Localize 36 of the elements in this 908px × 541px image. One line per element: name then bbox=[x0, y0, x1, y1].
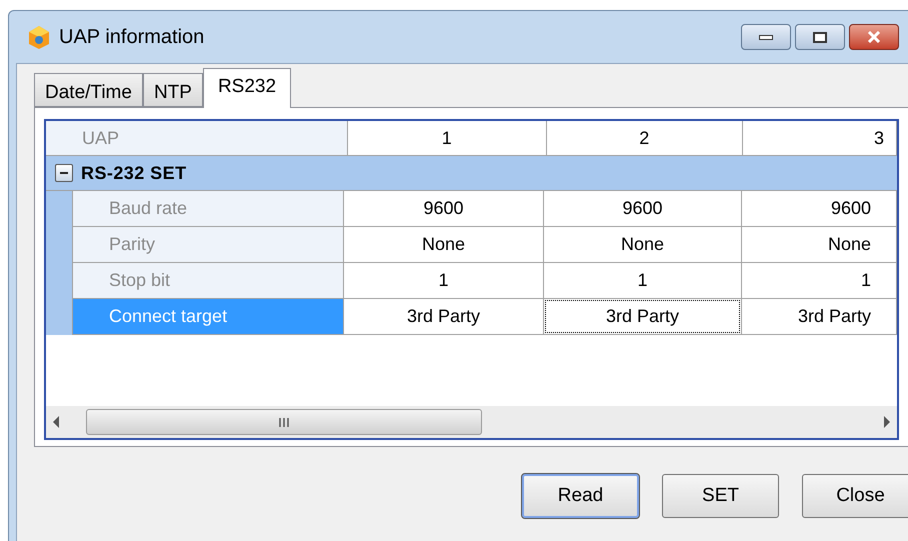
scroll-right-icon[interactable] bbox=[883, 416, 891, 428]
group-title: RS-232 SET bbox=[81, 162, 187, 184]
minimize-button[interactable] bbox=[741, 24, 791, 50]
dialog-button[interactable]: SET bbox=[662, 474, 779, 518]
value-cell[interactable]: 1 bbox=[345, 264, 542, 297]
column-header-label: UAP bbox=[46, 121, 348, 155]
scrollbar-thumb[interactable] bbox=[86, 409, 482, 435]
value-cell[interactable]: 9600 bbox=[743, 192, 884, 225]
scroll-left-icon[interactable] bbox=[52, 416, 60, 428]
value-cell[interactable]: 3rd Party bbox=[345, 300, 542, 333]
dialog-button[interactable]: Read bbox=[522, 474, 639, 518]
value-cell[interactable]: None bbox=[743, 228, 884, 261]
value-cell[interactable]: 1 bbox=[545, 264, 740, 297]
value-cell[interactable]: 9600 bbox=[345, 192, 542, 225]
tab[interactable]: NTP bbox=[142, 73, 203, 107]
value-cell[interactable]: 1 bbox=[743, 264, 884, 297]
dialog-button[interactable]: Close bbox=[802, 474, 908, 518]
collapse-button[interactable] bbox=[55, 164, 73, 182]
maximize-button[interactable] bbox=[795, 24, 845, 50]
column-header: 1 bbox=[348, 121, 547, 155]
horizontal-scrollbar[interactable] bbox=[46, 406, 897, 438]
column-header: 3 bbox=[743, 121, 897, 155]
close-button[interactable] bbox=[849, 24, 899, 50]
grip-icon bbox=[279, 418, 289, 426]
column-header: 2 bbox=[546, 121, 744, 155]
value-cell[interactable]: 3rd Party bbox=[545, 300, 740, 333]
tab[interactable]: RS232 bbox=[202, 68, 292, 108]
value-cell[interactable]: None bbox=[345, 228, 542, 261]
value-cell[interactable]: 9600 bbox=[545, 192, 740, 225]
value-cell[interactable]: 3rd Party bbox=[743, 300, 884, 333]
value-cell[interactable]: None bbox=[545, 228, 740, 261]
maximize-icon bbox=[813, 32, 827, 42]
window-title: UAP information bbox=[59, 25, 204, 50]
minimize-icon bbox=[759, 34, 773, 40]
tab[interactable]: Date/Time bbox=[34, 73, 143, 107]
close-icon bbox=[867, 31, 881, 43]
